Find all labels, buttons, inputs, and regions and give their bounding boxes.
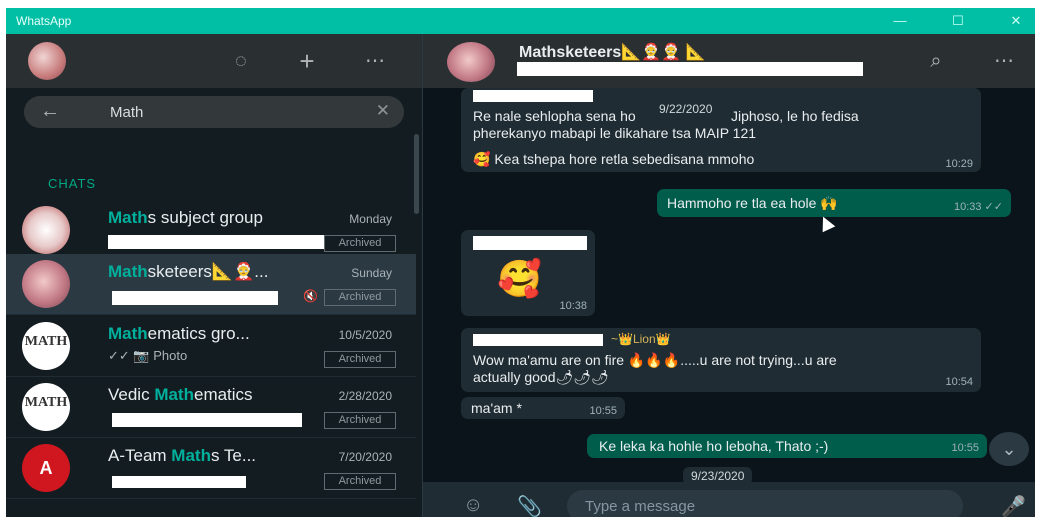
redacted-sender xyxy=(473,334,603,346)
chat-item-mathematics-group[interactable]: MATH Mathematics gro... 10/5/2020 ✓✓ 📷 P… xyxy=(6,316,416,377)
chat-name: A-Team Maths Te... xyxy=(108,446,257,465)
redacted-preview xyxy=(112,476,246,488)
message-time: 10:38 xyxy=(559,300,587,312)
archived-badge: Archived xyxy=(324,235,396,252)
conversation-header: Mathsketeers📐🤶🤶 📐 ⌕ ⋯ xyxy=(423,34,1035,88)
chat-item-mathsketeers[interactable]: Mathsketeers📐🤶... Sunday 🔇 Archived xyxy=(6,254,416,315)
redacted-sender xyxy=(473,236,587,250)
archived-badge: Archived xyxy=(324,289,396,306)
chat-avatar: A xyxy=(22,444,70,492)
message-text: ma'am * xyxy=(471,400,522,416)
archived-badge: Archived xyxy=(324,473,396,490)
redacted-participants xyxy=(517,62,863,76)
message-text: actually good🌶🌶🌶 xyxy=(473,369,609,385)
incoming-message: ~👑Lion👑 Wow ma'amu are on fire 🔥🔥🔥.....u… xyxy=(461,328,981,392)
message-input-placeholder: Type a message xyxy=(585,498,696,515)
clear-search-icon[interactable]: ✕ xyxy=(376,101,390,121)
search-bar[interactable]: ← Math ✕ xyxy=(24,96,404,128)
message-text: Ke leka ka hohle ho leboha, Thato ;-) xyxy=(599,438,829,454)
message-time: 10:29 xyxy=(945,158,973,170)
minimize-button[interactable]: — xyxy=(885,11,915,31)
sender-name: ~👑Lion👑 xyxy=(611,332,671,346)
title-bar: WhatsApp — ☐ ✕ xyxy=(6,8,1035,34)
redacted-preview xyxy=(108,235,324,249)
conversation-pane: Mathsketeers📐🤶🤶 📐 ⌕ ⋯ Re nale sehlopha s… xyxy=(423,34,1035,517)
date-chip: 9/22/2020 xyxy=(651,100,721,118)
redacted-preview xyxy=(112,413,302,427)
message-time: 10:55 xyxy=(589,405,617,417)
my-avatar[interactable] xyxy=(28,42,66,80)
incoming-message: ma'am * 10:55 xyxy=(461,397,625,419)
redacted-preview xyxy=(112,291,278,305)
outgoing-message: Ke leka ka hohle ho leboha, Thato ;-) 10… xyxy=(587,434,987,458)
chat-avatar: MATH xyxy=(22,322,70,370)
message-text: Jiphoso, le ho fedisa xyxy=(731,108,859,124)
chat-name: Vedic Mathematics xyxy=(108,385,253,404)
message-text: Hammoho re tla ea hole 🙌 xyxy=(667,195,838,211)
sidebar-header: ◌ + ⋯ xyxy=(6,34,422,88)
maximize-button[interactable]: ☐ xyxy=(943,11,973,31)
archived-badge: Archived xyxy=(324,412,396,429)
menu-icon[interactable]: ⋯ xyxy=(991,48,1017,74)
scroll-down-button[interactable]: ⌄ xyxy=(989,432,1029,466)
incoming-message: Re nale sehlopha sena ho Jiphoso, le ho … xyxy=(461,88,981,172)
message-text: 🥰 Kea tshepa hore retla sebedisana mmoho xyxy=(473,151,755,167)
menu-icon[interactable]: ⋯ xyxy=(362,48,388,74)
chat-avatar: MATH xyxy=(22,383,70,431)
window-title: WhatsApp xyxy=(16,14,72,28)
new-chat-icon[interactable]: + xyxy=(294,48,320,74)
chat-item-vedic-mathematics[interactable]: MATH Vedic Mathematics 2/28/2020 Archive… xyxy=(6,377,416,438)
chat-avatar xyxy=(22,206,70,254)
message-text: pherekanyo mabapi le dikahare tsa MAIP 1… xyxy=(473,125,757,141)
redacted-sender xyxy=(473,90,593,102)
sidebar: ◌ + ⋯ ← Math ✕ CHATS Maths subject group… xyxy=(6,34,423,517)
sticker-emoji: 🥰 xyxy=(497,258,542,299)
attach-icon[interactable]: 📎 xyxy=(517,494,542,517)
chat-preview: ✓✓ 📷 Photo xyxy=(108,348,188,363)
outgoing-message: Hammoho re tla ea hole 🙌 10:33 ✓✓ xyxy=(657,189,1011,217)
section-label-chats: CHATS xyxy=(48,176,97,191)
chat-name: Maths subject group xyxy=(108,208,263,227)
whatsapp-window: WhatsApp — ☐ ✕ ◌ + ⋯ ← Math ✕ CHATS Math… xyxy=(6,8,1035,517)
muted-icon: 🔇 xyxy=(303,289,318,303)
incoming-sticker-message: 🥰 10:38 xyxy=(461,230,595,316)
microphone-icon[interactable]: 🎤 xyxy=(1001,494,1026,517)
message-time: 10:33 ✓✓ xyxy=(953,201,1003,213)
message-input[interactable]: Type a message xyxy=(567,490,963,517)
conversation-title[interactable]: Mathsketeers📐🤶🤶 📐 xyxy=(519,42,705,62)
back-arrow-icon[interactable]: ← xyxy=(40,100,60,123)
message-time: 10:55 xyxy=(951,442,979,454)
chat-date: 2/28/2020 xyxy=(338,389,392,403)
sidebar-scrollbar[interactable] xyxy=(414,134,419,214)
chat-date: Monday xyxy=(349,212,392,226)
group-avatar[interactable] xyxy=(447,42,495,82)
chat-date: 10/5/2020 xyxy=(338,328,392,342)
close-button[interactable]: ✕ xyxy=(1001,11,1031,31)
emoji-icon[interactable]: ☺ xyxy=(463,494,483,517)
composer-bar: ☺ 📎 Type a message 🎤 xyxy=(423,482,1035,517)
chat-date: Sunday xyxy=(351,266,392,280)
message-text: Re nale sehlopha sena ho xyxy=(473,108,636,124)
search-input[interactable]: Math xyxy=(110,104,143,121)
chat-avatar xyxy=(22,260,70,308)
search-icon[interactable]: ⌕ xyxy=(923,48,949,74)
chat-name: Mathsketeers📐🤶... xyxy=(108,262,269,281)
status-icon[interactable]: ◌ xyxy=(228,48,254,74)
chat-item-a-team-maths[interactable]: A A-Team Maths Te... 7/20/2020 Archived xyxy=(6,438,416,499)
chat-name: Mathematics gro... xyxy=(108,324,250,343)
chat-date: 7/20/2020 xyxy=(338,450,392,464)
chat-item-maths-subject-group[interactable]: Maths subject group Monday Archived xyxy=(6,200,416,261)
message-text: Wow ma'amu are on fire 🔥🔥🔥.....u are not… xyxy=(473,352,837,368)
message-time: 10:54 xyxy=(945,376,973,388)
archived-badge: Archived xyxy=(324,351,396,368)
